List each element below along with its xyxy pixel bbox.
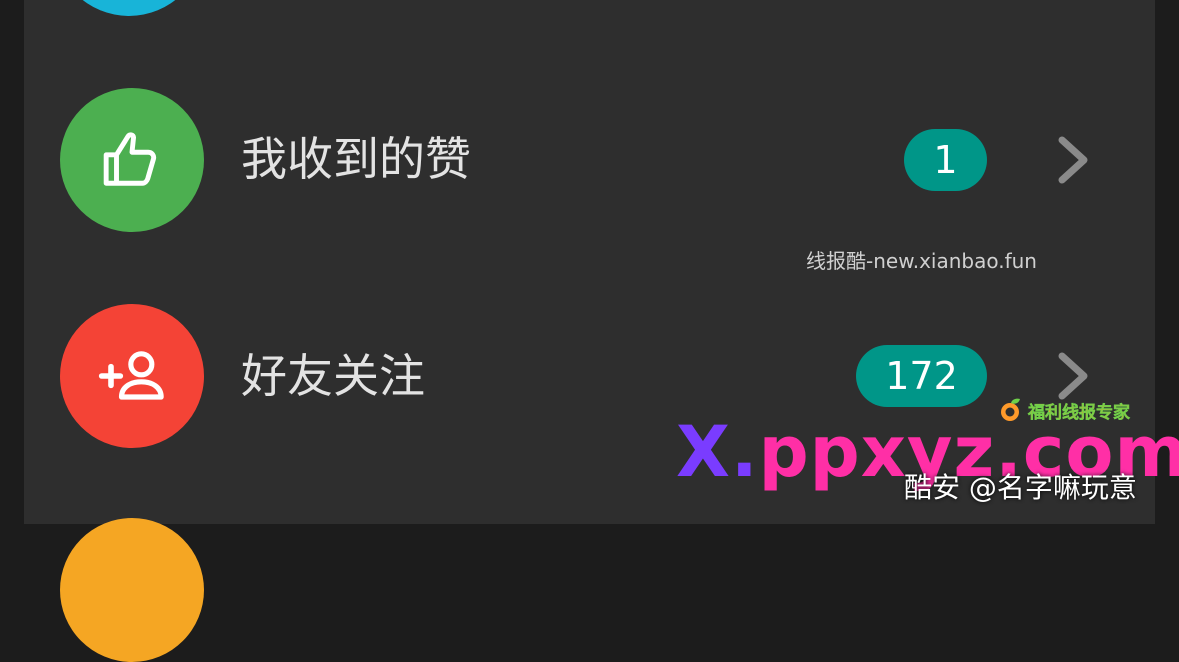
site-watermark: 线报酷-new.xianbao.fun xyxy=(806,249,1037,273)
friends-count-badge: 172 xyxy=(856,345,987,407)
likes-received-label: 我收到的赞 xyxy=(241,132,471,186)
partial-bottom-icon-circle xyxy=(60,518,204,662)
chevron-right-icon xyxy=(1058,352,1088,400)
thumbs-up-icon xyxy=(103,132,157,186)
likes-icon-circle xyxy=(60,88,204,232)
chevron-right-icon xyxy=(1058,136,1088,184)
friends-following-label: 好友关注 xyxy=(241,349,425,403)
friends-icon-circle xyxy=(60,304,204,448)
add-person-icon xyxy=(98,351,164,400)
author-watermark: 酷安 @名字嘛玩意 xyxy=(904,471,1137,504)
watermark-domain-x: X. xyxy=(676,411,759,493)
likes-count-badge: 1 xyxy=(904,129,987,191)
